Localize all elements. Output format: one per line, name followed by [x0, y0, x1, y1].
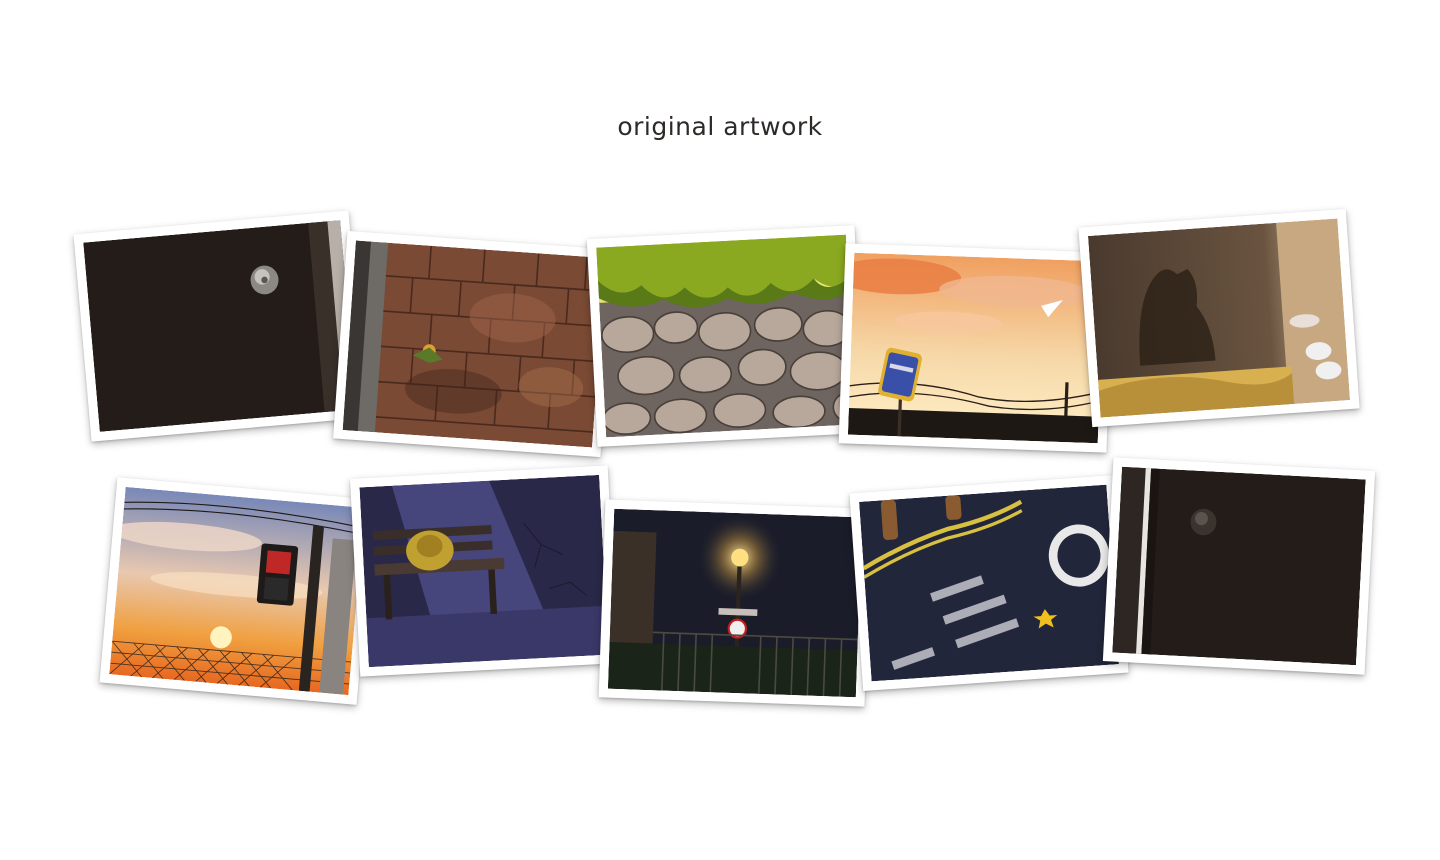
- photo-brick-sidewalk[interactable]: [333, 230, 615, 458]
- photo-art: [83, 220, 357, 432]
- photo-door-2[interactable]: [1102, 457, 1376, 675]
- page-title: original artwork: [617, 112, 823, 141]
- photo-art: [109, 486, 365, 696]
- photo-art: [342, 240, 606, 448]
- photo-stone-wall[interactable]: [586, 225, 866, 447]
- photo-road-markings[interactable]: [849, 474, 1129, 692]
- photo-pedestrian-signal[interactable]: [99, 477, 375, 705]
- photo-art: [1087, 218, 1351, 418]
- photo-street-lamp[interactable]: [598, 499, 872, 707]
- photo-art: [847, 252, 1105, 444]
- photo-art: [607, 508, 863, 698]
- photo-backpack-bench[interactable]: [349, 465, 619, 677]
- photo-sunset-bus-stop[interactable]: [838, 243, 1114, 453]
- photo-door-1[interactable]: [73, 210, 367, 442]
- photo-art: [596, 234, 856, 438]
- photo-art: [359, 474, 609, 668]
- photo-art: [859, 484, 1119, 682]
- gallery-page: original artwork: [0, 0, 1440, 860]
- photo-dog-shadow[interactable]: [1078, 208, 1360, 428]
- photo-art: [1112, 466, 1366, 666]
